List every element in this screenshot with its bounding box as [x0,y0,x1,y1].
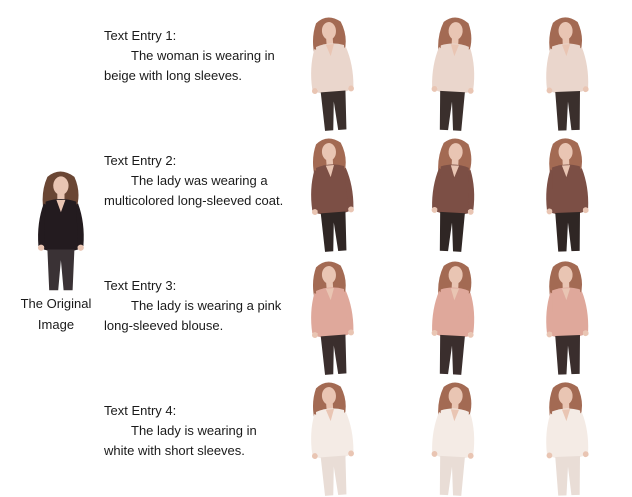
generated-image-3-1 [311,261,354,375]
generated-image-3-2 [431,261,475,375]
entry-text: The lady is wearing in white with short … [104,423,257,458]
face [53,176,69,196]
pants [555,212,581,252]
pants [47,249,75,291]
text-entry-1: Text Entry 1: The woman is wearing in be… [104,26,289,86]
pants [439,211,465,252]
original-image [37,171,84,291]
generated-image-4-2 [431,382,475,496]
entry-text: The lady was wearing a multicolored long… [104,173,284,208]
pants [555,335,581,375]
pants [320,334,347,375]
figure-group [431,17,475,131]
figure-group [546,261,589,375]
figure-group [431,382,475,496]
right-hand [77,244,84,251]
figure-group [546,138,589,252]
pants [555,456,581,496]
figure-group [311,382,354,496]
generated-image-3-3 [546,261,589,375]
generated-image-4-3 [546,382,589,496]
generated-image-4-1 [311,382,354,496]
pants [320,90,347,131]
figure-group [311,138,354,252]
entry-text: The woman is wearing in beige with long … [104,48,275,83]
figure-group [431,261,475,375]
pants [555,91,581,131]
generated-image-2-2 [431,138,475,252]
entry-title: Text Entry 2: [104,153,177,168]
generated-image-1-3 [546,17,589,131]
figure-group [431,138,475,252]
text-entry-2: Text Entry 2: The lady was wearing a mul… [104,151,289,211]
caption-line-2: Image [37,317,75,332]
entry-title: Text Entry 3: [104,278,177,293]
pants [320,211,347,252]
text-entry-4: Text Entry 4: The lady is wearing in whi… [104,401,289,461]
pants [439,90,465,131]
generated-image-2-1 [311,138,354,252]
figure-group [311,17,354,131]
entry-text: The lady is wearing a pink long-sleeved … [104,298,282,333]
figure-group [311,261,354,375]
figure-group [37,171,84,291]
generated-image-2-3 [546,138,589,252]
text-entry-3: Text Entry 3: The lady is wearing a pink… [104,276,289,336]
generated-image-1-1 [311,17,354,131]
entry-title: Text Entry 4: [104,403,177,418]
pants [439,455,465,496]
left-hand [37,244,45,251]
figure-group [546,382,589,496]
caption-line-1: The Original [20,296,92,311]
pants [320,455,347,496]
generated-image-1-2 [431,17,475,131]
original-image-caption: The Original Image [4,293,108,335]
entry-title: Text Entry 1: [104,28,177,43]
figure-group [546,17,589,131]
pants [439,334,465,375]
